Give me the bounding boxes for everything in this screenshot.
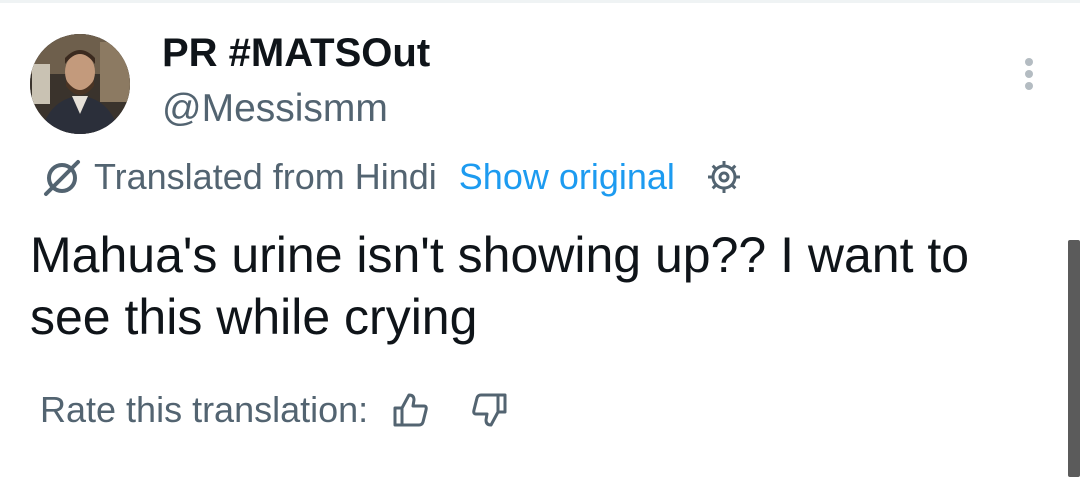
rate-translation-label: Rate this translation: bbox=[40, 389, 369, 430]
gear-icon[interactable] bbox=[705, 158, 743, 196]
translate-icon bbox=[44, 160, 80, 196]
show-original-link[interactable]: Show original bbox=[459, 156, 675, 198]
thumbs-down-icon[interactable] bbox=[470, 390, 510, 430]
translation-bar: Translated from Hindi Show original bbox=[38, 154, 743, 200]
rate-translation-bar: Rate this translation: bbox=[40, 386, 510, 434]
more-vertical-icon bbox=[1025, 58, 1033, 90]
avatar[interactable] bbox=[30, 34, 130, 134]
tweet-text: Mahua's urine isn't showing up?? I want … bbox=[30, 227, 970, 345]
translated-from-label: Translated from Hindi bbox=[94, 156, 437, 197]
more-options-button[interactable] bbox=[1014, 56, 1044, 96]
thumbs-up-icon[interactable] bbox=[390, 390, 430, 430]
user-handle[interactable]: @Messismm bbox=[162, 86, 388, 132]
avatar-image bbox=[30, 34, 130, 134]
top-divider bbox=[0, 0, 1080, 3]
display-name[interactable]: PR #MATSOut bbox=[162, 30, 430, 76]
scrollbar[interactable] bbox=[1068, 240, 1080, 477]
